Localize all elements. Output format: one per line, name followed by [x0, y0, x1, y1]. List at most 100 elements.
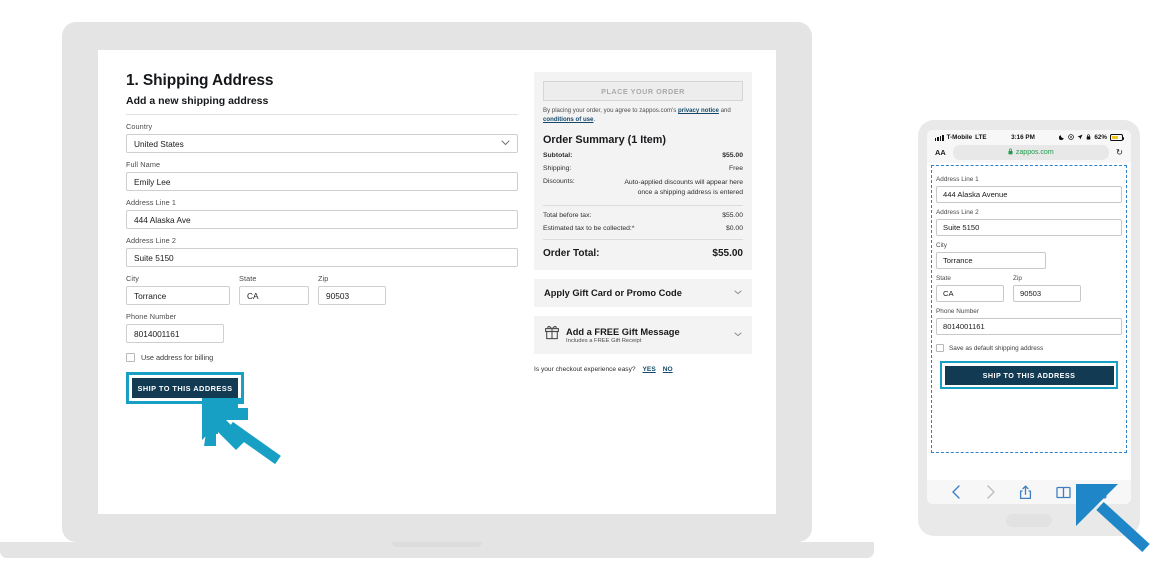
phone-field-state: State CA — [936, 275, 1004, 302]
phone-state-zip-row: State CA Zip 90503 — [936, 275, 1122, 302]
phone-field-zip: Zip 90503 — [1013, 275, 1081, 302]
order-total-label: Order Total: — [543, 248, 600, 260]
apply-gift-card-left: Apply Gift Card or Promo Code — [544, 288, 682, 298]
use-address-for-billing-label: Use address for billing — [141, 353, 214, 362]
summary-label-discounts: Discounts: — [543, 177, 575, 185]
feedback-question: Is your checkout experience easy? — [534, 366, 636, 374]
phone-device: T-Mobile LTE 3:16 PM 62% AA zappos.com ↻… — [918, 120, 1140, 536]
chevron-down-icon — [734, 290, 742, 297]
lock-icon — [1008, 148, 1013, 157]
phone-ship-to-this-address-button[interactable]: SHIP TO THIS ADDRESS — [944, 365, 1114, 385]
gift-message-accordion[interactable]: Add a FREE Gift Message Includes a FREE … — [534, 316, 752, 355]
gift-message-left: Add a FREE Gift Message Includes a FREE … — [544, 325, 680, 345]
phone-field-phone-number: Phone Number 8014001161 — [936, 308, 1122, 335]
phone-field-address-line-2: Address Line 2 Suite 5150 — [936, 209, 1122, 236]
network-label: LTE — [975, 134, 987, 141]
gift-message-title: Add a FREE Gift Message — [566, 326, 680, 337]
city-state-zip-row: City Torrance State CA Zip 90503 — [126, 274, 518, 305]
place-your-order-button[interactable]: PLACE YOUR ORDER — [543, 81, 743, 101]
phone-checkout-form: Address Line 1 444 Alaska Avenue Address… — [927, 163, 1131, 453]
phone-label-address-line-1: Address Line 1 — [936, 176, 979, 183]
share-icon[interactable] — [1019, 485, 1032, 500]
phone-address-line-2-input[interactable]: Suite 5150 — [936, 219, 1122, 236]
state-input[interactable]: CA — [239, 286, 309, 305]
phone-phone-number-input[interactable]: 8014001161 — [936, 318, 1122, 335]
phone-status-bar: T-Mobile LTE 3:16 PM 62% — [927, 130, 1131, 145]
phone-label-zip: Zip — [1013, 275, 1022, 282]
feedback-prompt: Is your checkout experience easy? YES NO — [534, 366, 752, 373]
summary-label-estimated-tax: Estimated tax to be collected:* — [543, 225, 635, 233]
summary-label-subtotal: Subtotal: — [543, 151, 573, 159]
annotation-arrow-phone — [1076, 484, 1150, 553]
field-phone-number: Phone Number 8014001161 — [126, 312, 518, 343]
carrier-label: T-Mobile — [946, 134, 973, 141]
phone-address-line-1-input[interactable]: 444 Alaska Avenue — [936, 186, 1122, 203]
summary-divider-2 — [543, 239, 743, 241]
zip-input[interactable]: 90503 — [318, 286, 386, 305]
status-right: 62% — [1059, 133, 1125, 142]
feedback-no-link[interactable]: NO — [663, 366, 673, 373]
status-left: T-Mobile LTE — [935, 134, 987, 141]
conditions-of-use-link[interactable]: conditions of use — [543, 116, 593, 123]
phone-city-input[interactable]: Torrance — [936, 252, 1046, 269]
legal-suffix: . — [593, 115, 596, 123]
chevron-down-icon — [734, 332, 742, 339]
location-services-icon — [1068, 133, 1075, 142]
gift-message-subtitle: Includes a FREE Gift Receipt — [566, 337, 642, 344]
country-select-value: United States — [134, 138, 184, 149]
location-arrow-icon — [1077, 134, 1083, 142]
full-name-input[interactable]: Emily Lee — [126, 172, 518, 191]
save-default-address-checkbox[interactable] — [936, 344, 944, 352]
summary-label-total-before-tax: Total before tax: — [543, 212, 592, 220]
order-summary-title: Order Summary (1 Item) — [543, 133, 667, 146]
apply-gift-card-accordion[interactable]: Apply Gift Card or Promo Code — [534, 279, 752, 308]
order-total-value: $55.00 — [712, 248, 743, 260]
privacy-notice-link[interactable]: privacy notice — [678, 107, 719, 114]
label-phone-number: Phone Number — [126, 312, 177, 321]
country-select[interactable]: United States — [126, 134, 518, 153]
phone-label-state: State — [936, 275, 951, 282]
order-summary-column: PLACE YOUR ORDER By placing your order, … — [534, 72, 752, 514]
safari-url-bar: AA zappos.com ↻ — [927, 145, 1131, 163]
text-size-button[interactable]: AA — [930, 148, 951, 157]
address-line-1-input[interactable]: 444 Alaska Ave — [126, 210, 518, 229]
field-country: Country United States — [126, 122, 518, 153]
home-indicator — [1006, 514, 1052, 527]
summary-row-subtotal: Subtotal: $55.00 — [543, 152, 743, 159]
legal-text: By placing your order, you agree to zapp… — [543, 107, 743, 125]
page-title: 1. Shipping Address — [126, 72, 274, 89]
phone-screen: T-Mobile LTE 3:16 PM 62% AA zappos.com ↻… — [927, 130, 1131, 504]
phone-number-input[interactable]: 8014001161 — [126, 324, 224, 343]
phone-label-address-line-2: Address Line 2 — [936, 209, 979, 216]
summary-value-estimated-tax: $0.00 — [725, 225, 743, 233]
summary-value-discounts: Auto-applied discounts will appear here … — [624, 178, 743, 196]
battery-percent-label: 62% — [1094, 134, 1107, 141]
phone-default-address-checkbox-row[interactable]: Save as default shipping address — [936, 344, 1122, 352]
use-address-for-billing-checkbox[interactable] — [126, 353, 135, 362]
field-zip: Zip 90503 — [318, 274, 386, 305]
bookmarks-icon[interactable] — [1056, 486, 1071, 499]
city-input[interactable]: Torrance — [126, 286, 230, 305]
order-summary-card: PLACE YOUR ORDER By placing your order, … — [534, 72, 752, 271]
back-icon[interactable] — [951, 485, 962, 499]
phone-zip-input[interactable]: 90503 — [1013, 285, 1081, 302]
summary-divider-1 — [543, 205, 743, 207]
reload-button[interactable]: ↻ — [1111, 147, 1128, 158]
phone-ship-button-highlight: SHIP TO THIS ADDRESS — [940, 361, 1118, 389]
ship-to-this-address-button[interactable]: SHIP TO THIS ADDRESS — [132, 378, 238, 398]
summary-label-shipping: Shipping: — [543, 164, 572, 172]
field-state: State CA — [239, 274, 309, 305]
laptop-device: 1. Shipping Address Add a new shipping a… — [0, 22, 874, 558]
order-total-row: Order Total: $55.00 — [543, 248, 743, 259]
address-bar[interactable]: zappos.com — [952, 145, 1109, 160]
status-time: 3:16 PM — [1011, 134, 1035, 141]
address-line-2-input[interactable]: Suite 5150 — [126, 248, 518, 267]
label-country: Country — [126, 122, 153, 131]
phone-state-input[interactable]: CA — [936, 285, 1004, 302]
field-address-line-1: Address Line 1 444 Alaska Ave — [126, 198, 518, 229]
billing-checkbox-row[interactable]: Use address for billing — [126, 353, 518, 362]
apply-gift-card-label: Apply Gift Card or Promo Code — [544, 288, 682, 299]
laptop-base — [0, 542, 874, 558]
feedback-yes-link[interactable]: YES — [643, 366, 656, 373]
lock-icon — [1086, 133, 1091, 142]
